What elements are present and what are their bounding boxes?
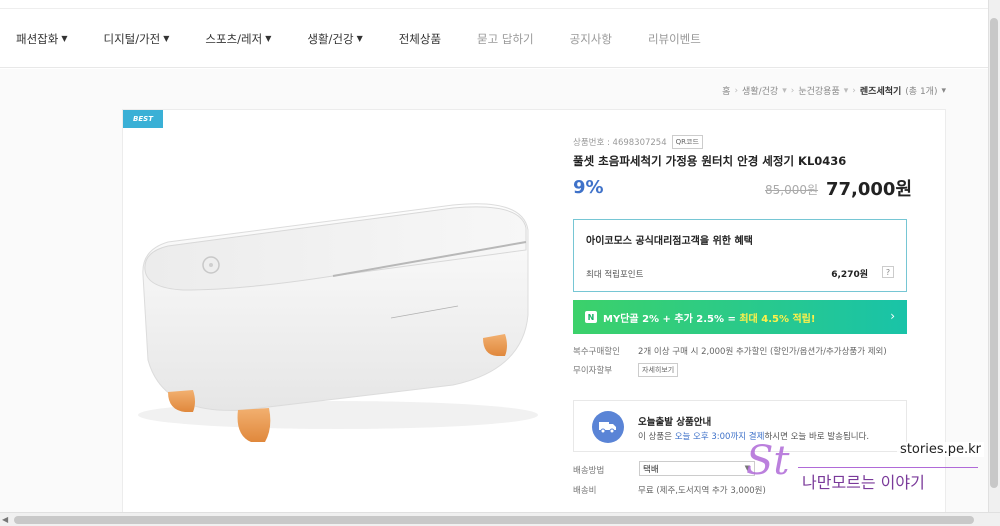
chevron-down-icon[interactable]: ▾ [782,86,787,96]
shipping-method-select[interactable]: 택배 ▼ [639,461,755,476]
breadcrumb-separator: › [734,85,739,96]
chevron-right-icon: › [890,309,895,323]
scroll-left-arrow-icon[interactable]: ◀ [2,515,8,524]
shipping-method-label: 배송방법 [573,466,605,476]
nav-item-all-products[interactable]: 전체상품 [399,31,441,47]
watermark: St stories.pe.kr 나만모르는 이야기 [746,436,986,496]
horizontal-scroll-thumb[interactable] [14,516,974,524]
nav-item-living[interactable]: 생활/건강 ▼ [307,31,362,47]
chevron-down-icon: ▼ [265,34,272,43]
truck-icon [592,411,624,443]
category-nav: 패션잡화 ▼ 디지털/가전 ▼ 스포츠/레저 ▼ 생활/건강 ▼ 전체상품 묻고 답하기… [0,10,988,68]
installment-row: 무이자할부 자세히보기 [573,363,679,377]
chevron-down-icon: ▼ [163,34,170,43]
benefit-title: 아이코모스 공식대리점고객을 위한 혜택 [586,236,753,247]
breadcrumb-home[interactable]: 홈 [722,84,730,97]
today-shipping-title: 오늘출발 상품안내 [638,417,712,428]
chevron-down-icon[interactable]: ▾ [844,86,849,96]
chevron-down-icon[interactable]: ▾ [941,86,946,96]
breadcrumb-count: (총 1개) [905,87,938,97]
installment-label: 무이자할부 [573,366,613,376]
vertical-scrollbar[interactable] [988,0,1000,512]
watermark-logo: St [746,438,790,484]
sale-price: 77,000원 [826,179,913,200]
breadcrumb-separator: › [852,85,856,96]
naver-pay-icon: N [585,311,597,323]
breadcrumb-level1[interactable]: 생활/건강 [742,84,778,97]
multi-discount-row: 복수구매할인 2개 이상 구매 시 2,000원 추가할인 (할인가/옵션가/추… [573,345,887,357]
horizontal-scrollbar[interactable]: ◀ [0,512,1000,526]
nav-item-review-event[interactable]: 리뷰이벤트 [648,31,701,47]
help-icon[interactable]: ? [882,266,894,278]
nav-item-digital[interactable]: 디지털/가전 ▼ [103,31,169,47]
qr-code-button[interactable]: QR코드 [671,135,703,149]
nav-item-qna[interactable]: 묻고 답하기 [477,31,534,47]
installment-detail-button[interactable]: 자세히보기 [638,363,679,377]
product-page: 패션잡화 ▼ 디지털/가전 ▼ 스포츠/레저 ▼ 생활/건강 ▼ 전체상품 묻고 답하기… [0,0,1000,526]
watermark-text: 나만모르는 이야기 [802,473,925,492]
breadcrumb-current[interactable]: 렌즈세척기 [860,84,901,97]
multi-discount-label: 복수구매할인 [573,347,620,357]
product-code: 상품번호 : 4698307254 QR코드 [573,135,703,149]
point-label: 최대 적립포인트 [586,270,644,280]
product-code-label: 상품번호 : 4698307254 [573,138,667,148]
breadcrumb-level2[interactable]: 눈건강용품 [798,84,839,97]
chevron-down-icon: ▼ [61,34,68,43]
product-image[interactable]: BEST [123,110,551,520]
discount-rate: 9% [573,177,604,198]
product-title: 풀셋 초음파세척기 가정용 원터치 안경 세정기 KL0436 [573,154,847,168]
best-badge: BEST [123,110,163,128]
npay-text: MY단골 2% + 추가 2.5% = 최대 4.5% 적립! [603,313,816,325]
npay-banner[interactable]: N MY단골 2% + 추가 2.5% = 최대 4.5% 적립! › [573,300,907,334]
vertical-scroll-thumb[interactable] [990,18,998,488]
nav-item-fashion[interactable]: 패션잡화 ▼ [16,31,67,47]
watermark-divider [798,467,978,468]
chevron-down-icon: ▼ [356,34,363,43]
shipping-fee-label: 배송비 [573,486,597,496]
nav-item-notice[interactable]: 공지사항 [570,31,612,47]
breadcrumb: 홈 › 생활/건강 ▾ › 눈건강용품 ▾ › 렌즈세척기 (총 1개) ▾ [722,84,946,98]
original-price: 85,000원 [765,183,819,197]
ultrasonic-cleaner-illustration [138,203,538,442]
shipping-method-row: 배송방법 [573,464,638,476]
shipping-fee-row: 배송비 무료 (제주,도서지역 추가 3,000원) [573,484,766,496]
breadcrumb-separator: › [790,85,795,96]
benefit-box: 아이코모스 공식대리점고객을 위한 혜택 최대 적립포인트 6,270원 ? [573,219,907,292]
watermark-site: stories.pe.kr [897,442,984,457]
multi-discount-value: 2개 이상 구매 시 2,000원 추가할인 (할인가/옵션가/추가상품가 제외… [638,347,887,357]
point-value: 6,270원 [831,270,868,280]
top-strip [0,0,988,9]
nav-item-sports[interactable]: 스포츠/레저 ▼ [205,31,271,47]
